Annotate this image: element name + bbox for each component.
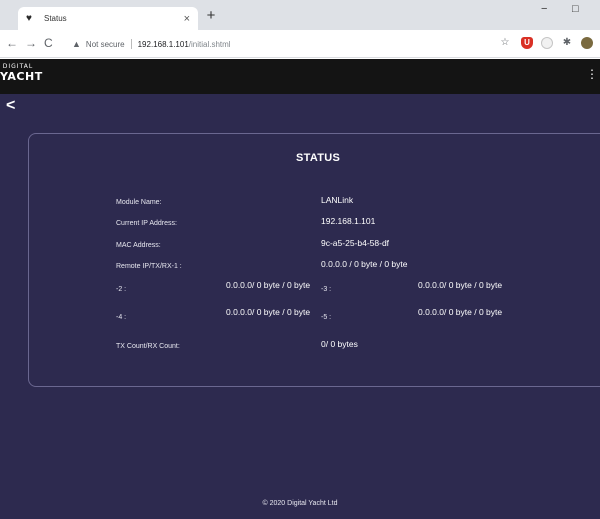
remote-2-value: 0.0.0.0/ 0 byte / 0 byte	[226, 280, 311, 290]
remote-4-value: 0.0.0.0/ 0 byte / 0 byte	[226, 307, 311, 317]
mac-address-label: MAC Address:	[116, 242, 161, 249]
remote-2-label: -2 :	[116, 286, 127, 293]
remote-3-value: 0.0.0.0/ 0 byte / 0 byte	[418, 280, 503, 290]
remote-4-label: -4 :	[116, 314, 127, 321]
status-card: STATUS Module Name: LANLink Current IP A…	[28, 133, 600, 387]
extension-icon[interactable]	[541, 37, 553, 49]
tab-strip: ♥ Status × + − □	[0, 0, 600, 30]
back-button[interactable]: <	[6, 97, 15, 115]
mac-address-value: 9c-a5-25-b4-58-df	[321, 238, 390, 248]
browser-toolbar: ← → C ▲ Not secure 192.168.1.101/initial…	[0, 30, 600, 58]
page-body: DIGITAL YACHT ⋮ < STATUS Module Name: LA…	[0, 59, 600, 519]
remote-3-label: -3 :	[321, 286, 332, 293]
tab-title: Status	[44, 14, 67, 23]
ip-address-value: 192.168.1.101	[321, 216, 376, 226]
avatar[interactable]	[581, 37, 593, 49]
warning-icon: ▲	[72, 39, 81, 49]
heart-icon: ♥	[26, 12, 32, 24]
module-name-value: LANLink	[321, 195, 354, 205]
remote-1-label: Remote IP/TX/RX-1 :	[116, 263, 182, 270]
star-icon[interactable]: ☆	[499, 37, 511, 49]
puzzle-icon[interactable]: ✱	[561, 37, 573, 49]
url-path: /initial.shtml	[188, 39, 231, 49]
new-tab-button[interactable]: +	[203, 7, 219, 25]
shield-extension-icon[interactable]: U	[521, 37, 533, 49]
remote-5-label: -5 :	[321, 314, 332, 321]
footer-copyright: © 2020 Digital Yacht Ltd	[262, 500, 338, 507]
url-host: 192.168.1.101	[137, 39, 189, 49]
tx-rx-count-label: TX Count/RX Count:	[116, 343, 180, 350]
digital-yacht-logo: DIGITAL YACHT	[0, 63, 43, 89]
security-label: Not secure	[85, 39, 125, 49]
logo-line-1: DIGITAL	[2, 63, 34, 70]
minimize-button[interactable]: −	[541, 3, 547, 15]
ip-address-label: Current IP Address:	[116, 220, 177, 227]
forward-arrow-icon[interactable]: →	[25, 36, 37, 50]
url-divider	[130, 39, 132, 49]
logo-line-2: YACHT	[0, 70, 43, 83]
tx-rx-count-value: 0/ 0 bytes	[321, 339, 358, 349]
tab-close-button[interactable]: ×	[184, 13, 190, 25]
back-arrow-icon[interactable]: ←	[6, 36, 18, 50]
remote-1-value: 0.0.0.0 / 0 byte / 0 byte	[321, 259, 408, 269]
app-header: DIGITAL YACHT ⋮	[0, 59, 600, 94]
menu-icon[interactable]: ⋮	[586, 67, 598, 81]
maximize-button[interactable]: □	[572, 3, 579, 15]
status-title: STATUS	[296, 152, 341, 164]
tab-status[interactable]: ♥ Status ×	[18, 7, 198, 30]
reload-icon[interactable]: C	[44, 36, 53, 50]
address-bar[interactable]: ▲ Not secure 192.168.1.101/initial.shtml	[72, 34, 520, 54]
module-name-label: Module Name:	[116, 199, 162, 206]
remote-5-value: 0.0.0.0/ 0 byte / 0 byte	[418, 307, 503, 317]
